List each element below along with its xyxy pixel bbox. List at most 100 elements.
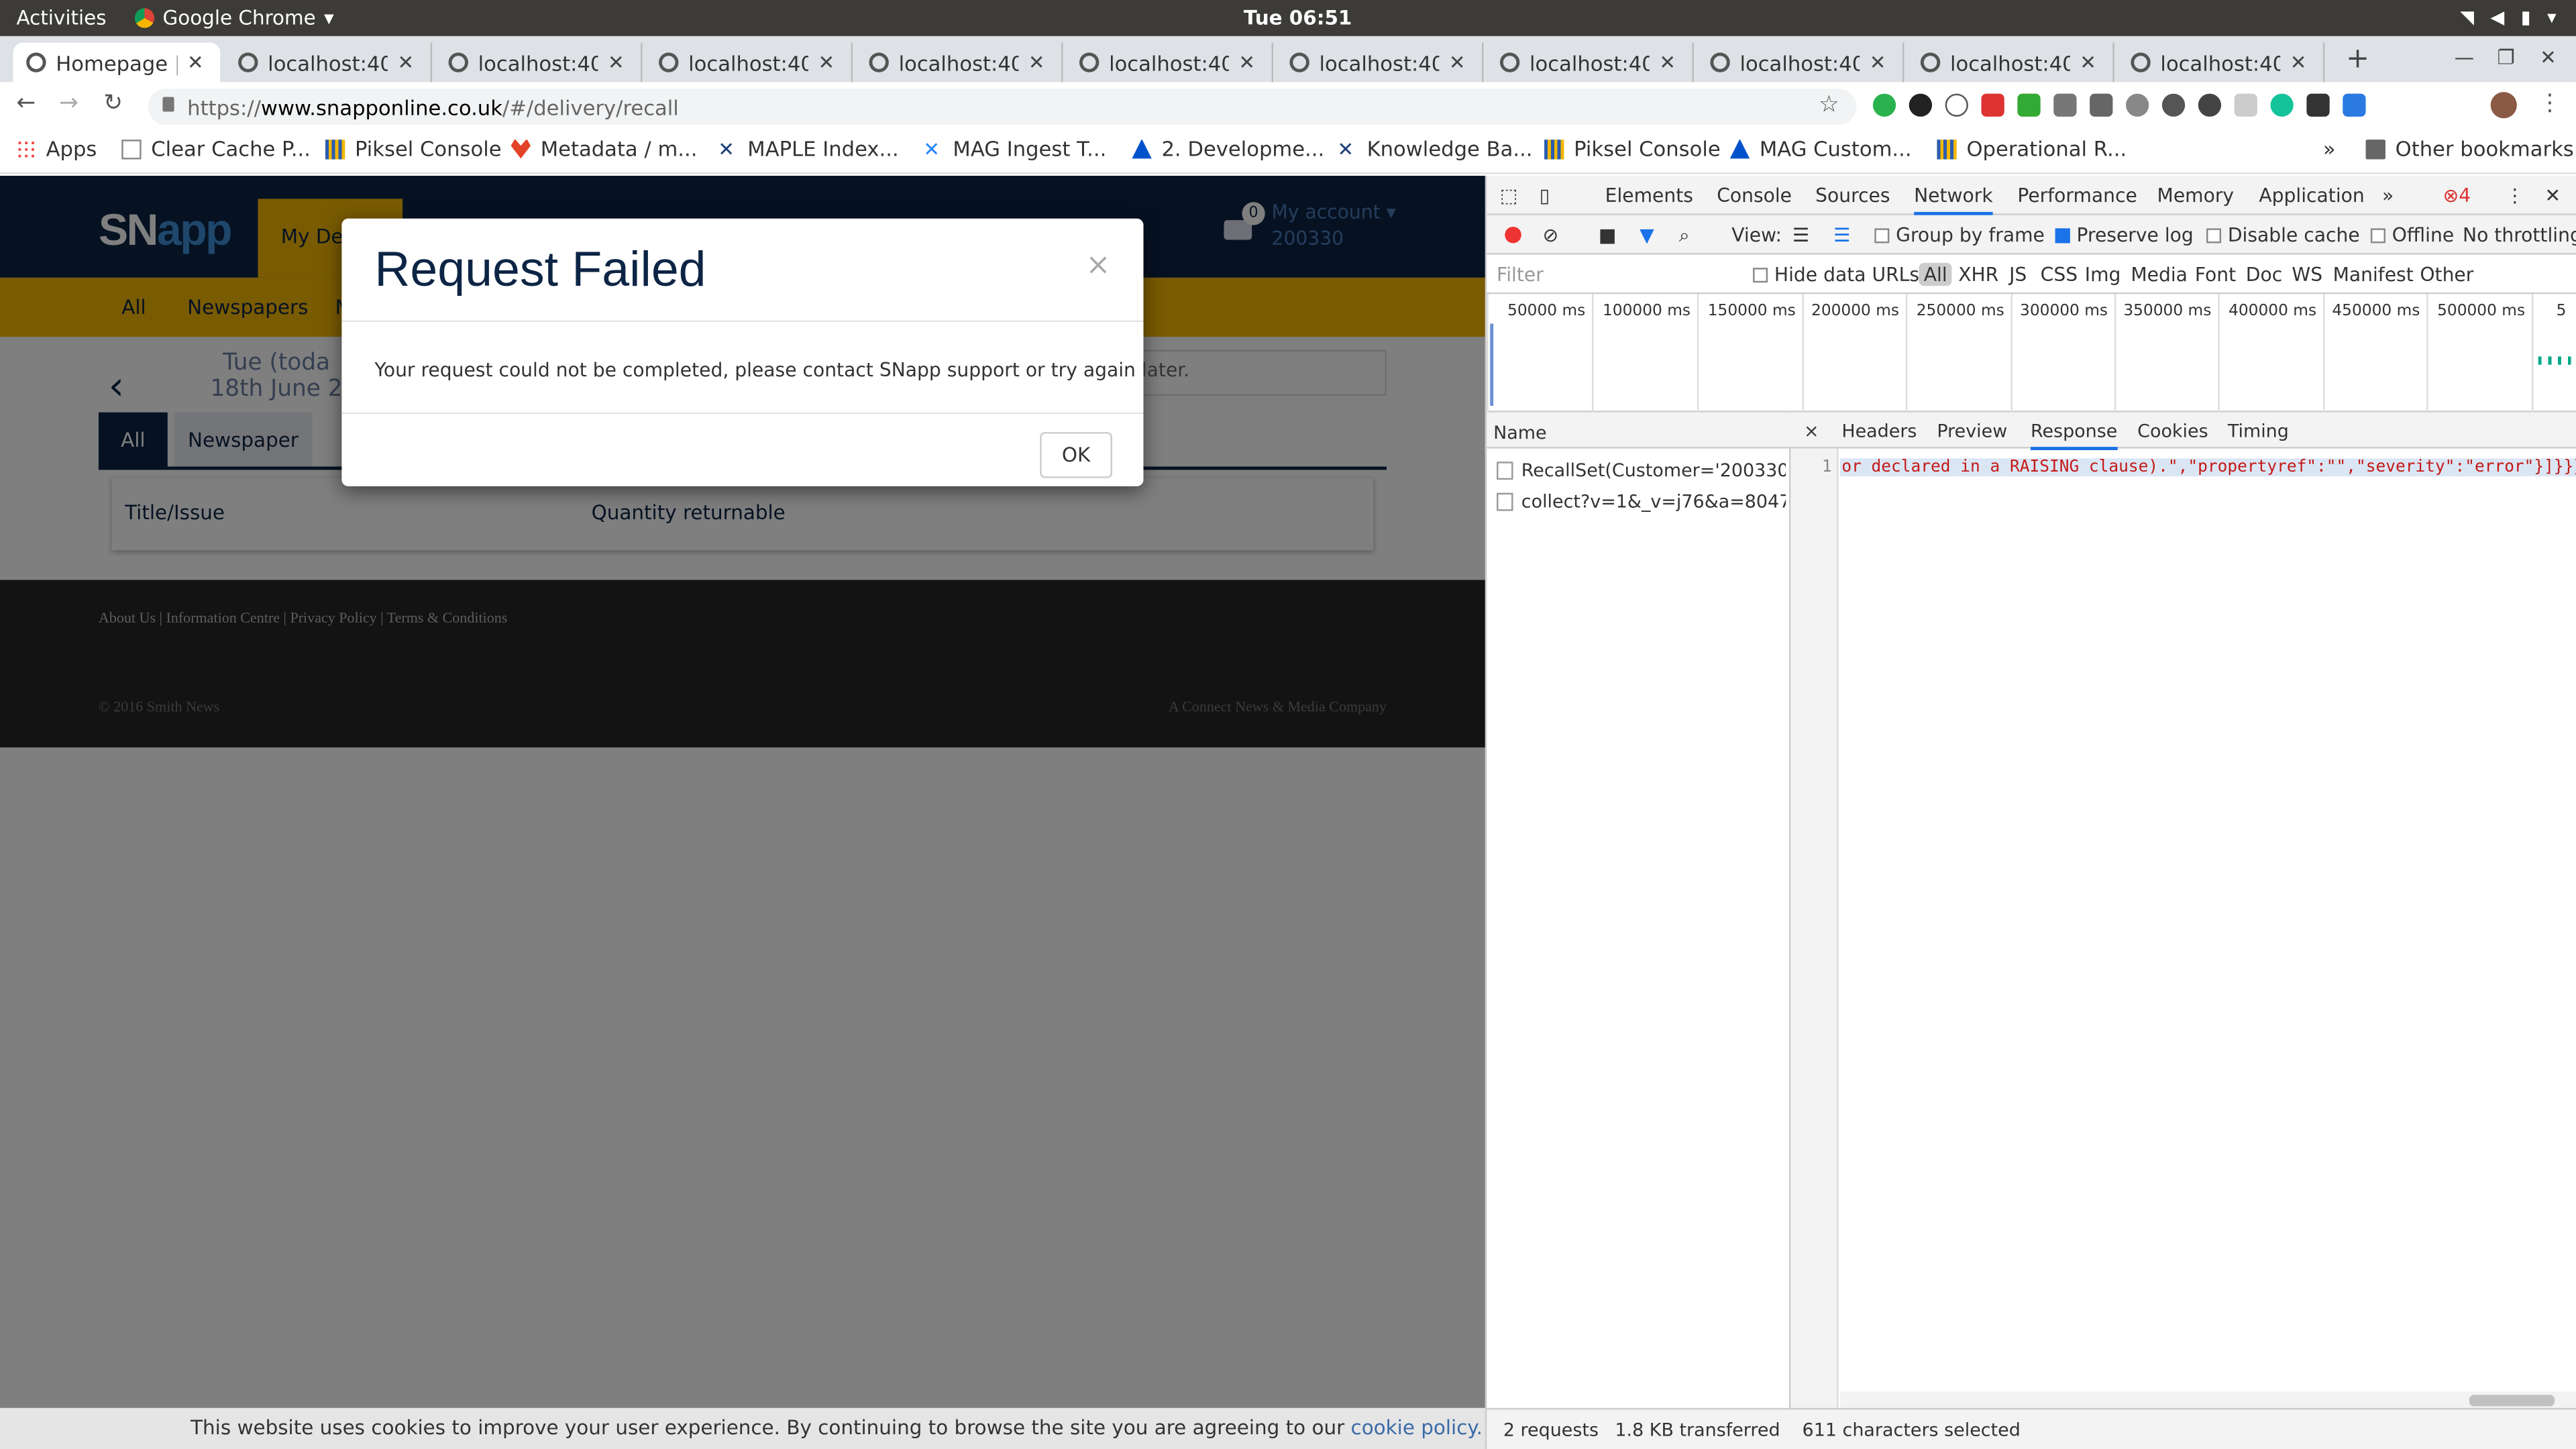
forward-arrow-icon[interactable]: → xyxy=(59,91,78,117)
hide-data-urls-checkbox[interactable]: Hide data URLs xyxy=(1753,263,1919,286)
type-filter-all[interactable]: All xyxy=(1919,262,1953,286)
group-by-frame-checkbox[interactable]: Group by frame xyxy=(1874,223,2045,246)
tab-localhost[interactable]: localhost:400 ✕ xyxy=(1277,42,1484,83)
scrollbar-thumb[interactable] xyxy=(2469,1395,2555,1407)
bookmark-item[interactable]: Piksel Console xyxy=(325,136,502,161)
type-filter-media[interactable]: Media xyxy=(2131,263,2188,286)
minimize-icon[interactable]: — xyxy=(2455,46,2474,69)
extension-icon[interactable] xyxy=(1872,93,1896,117)
tab-console[interactable]: Console xyxy=(1717,184,1792,207)
bookmark-item[interactable]: ✕ Knowledge Ba... xyxy=(1337,136,1532,161)
network-timeline[interactable]: 50000 ms 100000 ms 150000 ms 200000 ms 2… xyxy=(1487,294,2576,413)
extension-icon[interactable] xyxy=(2198,93,2222,117)
extension-icon[interactable] xyxy=(2343,93,2366,117)
error-count-icon[interactable]: ⊗4 xyxy=(2443,184,2471,207)
name-column-header[interactable]: Name xyxy=(1487,412,1791,449)
extension-icon[interactable] xyxy=(1945,93,1968,117)
system-tray[interactable]: ◥ ◀ ▮ ▾ xyxy=(2460,7,2556,28)
type-filter-manifest[interactable]: Manifest xyxy=(2333,263,2414,286)
tab-localhost[interactable]: localhost:400 ✕ xyxy=(2118,42,2325,83)
record-icon[interactable] xyxy=(1505,226,1521,244)
tab-cookies[interactable]: Cookies xyxy=(2137,421,2208,442)
tab-response[interactable]: Response xyxy=(2030,421,2118,451)
close-tab-icon[interactable]: ✕ xyxy=(818,51,835,74)
address-bar[interactable]: https://www.snapponline.co.uk/#/delivery… xyxy=(148,89,1857,125)
type-filter-ws[interactable]: WS xyxy=(2292,263,2322,286)
type-filter-js[interactable]: JS xyxy=(2009,263,2027,286)
horizontal-scrollbar[interactable] xyxy=(1839,1391,2576,1408)
type-filter-doc[interactable]: Doc xyxy=(2246,263,2282,286)
cookie-policy-link[interactable]: cookie policy. xyxy=(1351,1416,1483,1439)
tab-localhost[interactable]: localhost:400 ✕ xyxy=(1907,42,2114,83)
close-tab-icon[interactable]: ✕ xyxy=(2080,51,2096,74)
offline-checkbox[interactable]: Offline xyxy=(2370,223,2454,246)
close-tab-icon[interactable]: ✕ xyxy=(1028,51,1045,74)
close-tab-icon[interactable]: ✕ xyxy=(1449,51,1466,74)
tab-application[interactable]: Application xyxy=(2259,184,2364,207)
extension-icon[interactable] xyxy=(2090,93,2113,117)
request-row[interactable]: collect?v=1&_v=j76&a=804777... xyxy=(1497,491,1786,513)
inspect-element-icon[interactable]: ⬚ xyxy=(1500,184,1518,207)
kebab-menu-icon[interactable]: ⋮ xyxy=(2538,91,2561,117)
close-tab-icon[interactable]: ✕ xyxy=(398,51,415,74)
tab-localhost[interactable]: localhost:400 ✕ xyxy=(225,42,433,83)
tab-network[interactable]: Network xyxy=(1914,184,1993,215)
close-tab-icon[interactable]: ✕ xyxy=(1238,51,1255,74)
devtools-menu-icon[interactable]: ⋮ xyxy=(2506,184,2524,207)
ok-button[interactable]: OK xyxy=(1040,432,1112,478)
bookmark-item[interactable]: Clear Cache P... xyxy=(121,136,311,161)
type-filter-xhr[interactable]: XHR xyxy=(1958,263,1998,286)
preserve-log-checkbox[interactable]: Preserve log xyxy=(2055,223,2194,246)
request-row[interactable]: RecallSet(Customer='200330',... xyxy=(1497,460,1786,482)
tab-sources[interactable]: Sources xyxy=(1815,184,1890,207)
close-icon[interactable]: × xyxy=(1086,248,1111,282)
extension-icon[interactable] xyxy=(2306,93,2330,117)
close-tab-icon[interactable]: ✕ xyxy=(608,51,625,74)
other-bookmarks-folder[interactable]: Other bookmarks xyxy=(2365,136,2574,161)
bookmarks-overflow-button[interactable]: » xyxy=(2323,136,2336,161)
tab-headers[interactable]: Headers xyxy=(1841,421,1917,442)
filter-input[interactable]: Filter xyxy=(1497,263,1544,286)
bookmark-item[interactable]: 2. Developme... xyxy=(1132,136,1324,161)
profile-avatar[interactable] xyxy=(2490,92,2517,119)
tab-localhost[interactable]: localhost:400 ✕ xyxy=(1066,42,1273,83)
restore-icon[interactable]: ❐ xyxy=(2497,46,2514,69)
tab-localhost[interactable]: localhost:400 ✕ xyxy=(856,42,1063,83)
extension-icon[interactable] xyxy=(2017,93,2041,117)
disable-cache-checkbox[interactable]: Disable cache xyxy=(2206,223,2360,246)
tab-localhost[interactable]: localhost:400 ✕ xyxy=(1697,42,1904,83)
type-filter-font[interactable]: Font xyxy=(2195,263,2236,286)
tab-localhost[interactable]: localhost:400 ✕ xyxy=(1487,42,1694,83)
close-devtools-icon[interactable]: ✕ xyxy=(2545,184,2561,207)
search-icon[interactable]: ⌕ xyxy=(1679,223,1690,248)
close-window-icon[interactable]: ✕ xyxy=(2540,46,2557,69)
more-tabs-button[interactable]: » xyxy=(2382,184,2394,207)
app-menu[interactable]: Google Chrome ▾ xyxy=(134,7,334,30)
back-arrow-icon[interactable]: ← xyxy=(16,91,36,117)
extension-icon[interactable] xyxy=(1909,93,1933,117)
tab-preview[interactable]: Preview xyxy=(1937,421,2007,442)
device-toolbar-icon[interactable]: ▯ xyxy=(1540,184,1550,207)
type-filter-img[interactable]: Img xyxy=(2085,263,2121,286)
clear-icon[interactable]: ⊘ xyxy=(1543,223,1559,246)
tab-memory[interactable]: Memory xyxy=(2157,184,2235,207)
bookmark-item[interactable]: MAG Custom... xyxy=(1729,136,1912,161)
tab-timing[interactable]: Timing xyxy=(2228,421,2289,442)
type-filter-other[interactable]: Other xyxy=(2420,263,2473,286)
type-filter-css[interactable]: CSS xyxy=(2041,263,2078,286)
bookmark-item[interactable]: Operational R... xyxy=(1937,136,2127,161)
close-tab-icon[interactable]: ✕ xyxy=(187,51,204,74)
tab-performance[interactable]: Performance xyxy=(2017,184,2137,207)
close-tab-icon[interactable]: ✕ xyxy=(1659,51,1676,74)
reload-icon[interactable]: ↻ xyxy=(103,91,123,117)
tab-elements[interactable]: Elements xyxy=(1605,184,1693,207)
bookmark-item[interactable]: ✕ MAG Ingest T... xyxy=(923,136,1106,161)
bookmark-apps[interactable]: Apps xyxy=(16,136,97,161)
screenshot-icon[interactable]: ■ xyxy=(1599,223,1617,246)
filter-icon[interactable]: ▼ xyxy=(1640,223,1654,246)
close-details-icon[interactable]: × xyxy=(1804,421,1819,442)
tab-homepage[interactable]: Homepage | S ✕ xyxy=(13,42,221,83)
waterfall-view-icon[interactable]: ☰ xyxy=(1833,223,1850,246)
bookmark-item[interactable]: Metadata / m... xyxy=(511,136,697,161)
list-view-icon[interactable]: ☰ xyxy=(1792,223,1809,246)
